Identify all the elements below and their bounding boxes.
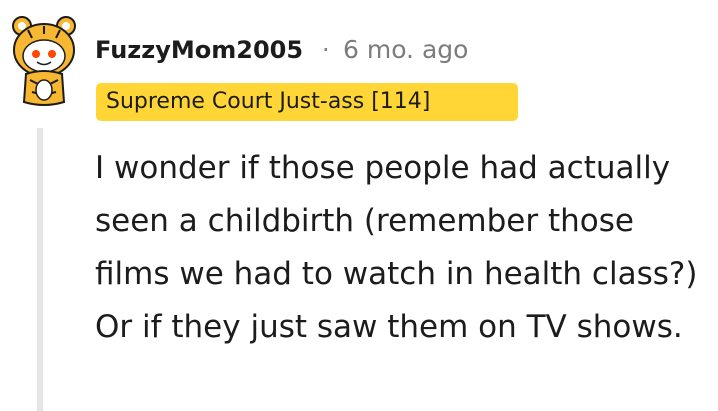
comment-body: I wonder if those people had actually se… — [95, 150, 698, 345]
avatar[interactable] — [8, 14, 82, 108]
comment-timestamp[interactable]: 6 mo. ago — [343, 28, 468, 72]
comment-author[interactable]: FuzzyMom2005 — [95, 28, 303, 72]
snoo-avatar-icon — [12, 16, 76, 106]
comment: FuzzyMom2005 · 6 mo. ago Supreme Court J… — [0, 0, 718, 411]
user-flair: Supreme Court Just-ass [114] — [96, 83, 518, 121]
thread-collapse-line[interactable] — [37, 128, 43, 411]
meta-separator: · — [322, 36, 330, 64]
